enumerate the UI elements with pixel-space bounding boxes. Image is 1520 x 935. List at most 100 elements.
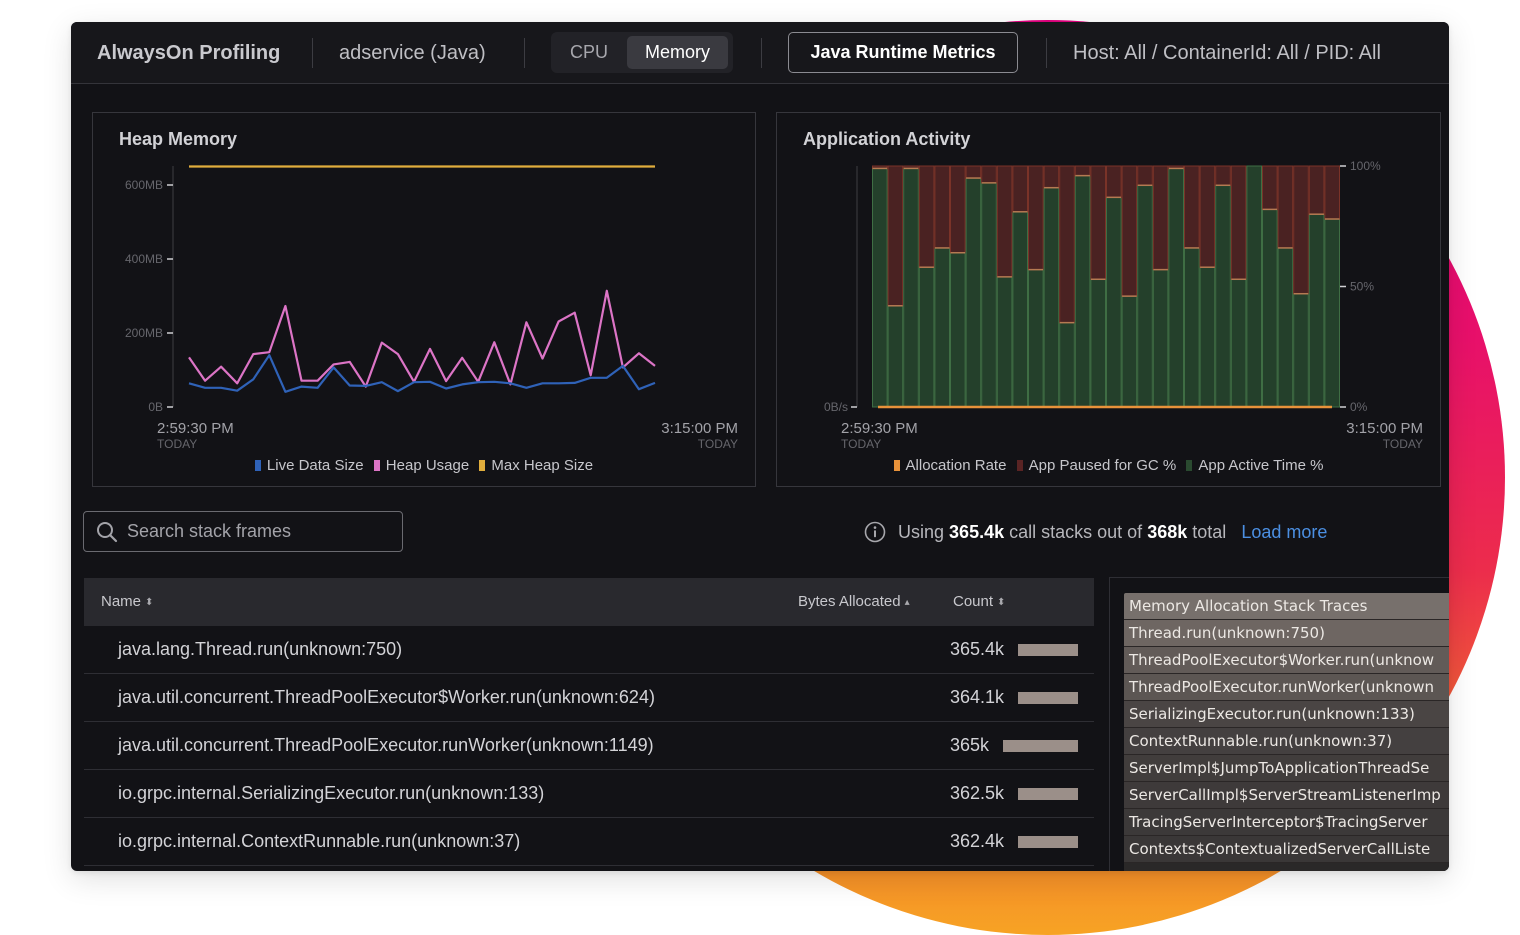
stack-trace-frame[interactable]: TracingServerInterceptor$TracingServer: [1124, 809, 1449, 836]
java-runtime-metrics-button[interactable]: Java Runtime Metrics: [788, 32, 1018, 73]
profile-type-toggle: CPU Memory: [551, 32, 733, 73]
gc-paused-bar: [1277, 165, 1294, 249]
legend-swatch: [1016, 460, 1023, 471]
gc-paused-bar: [1090, 165, 1106, 280]
x-end-day: TODAY: [697, 437, 738, 451]
search-icon: [97, 522, 118, 543]
stack-trace-frame[interactable]: SerializingExecutor.run(unknown:133): [1124, 701, 1449, 728]
stack-trace-frame[interactable]: Thread.run(unknown:750): [1124, 620, 1449, 647]
gc-paused-bar: [934, 165, 950, 249]
load-more-link[interactable]: Load more: [1241, 522, 1327, 542]
search-stack-frames-input[interactable]: [127, 512, 392, 551]
table-row[interactable]: java.util.concurrent.ThreadPoolExecutor$…: [84, 674, 1094, 722]
filter-breadcrumb[interactable]: Host: All / ContainerId: All / PID: All: [1073, 22, 1381, 84]
tab-memory[interactable]: Memory: [627, 36, 728, 69]
stack-trace-frame[interactable]: ContextRunnable.run(unknown:37): [1124, 728, 1449, 755]
active-time-bar: [903, 167, 919, 408]
active-time-bar: [1012, 211, 1028, 408]
gc-paused-bar: [1074, 165, 1091, 177]
stack-trace-frame[interactable]: ServerImpl$JumpToApplicationThreadSe: [1124, 755, 1449, 782]
column-count[interactable]: Count ⬍: [953, 578, 1005, 627]
legend-swatch: [479, 460, 486, 471]
call-stacks-info: Using 365.4k call stacks out of 368k tot…: [864, 519, 1327, 545]
x-axis-end-label: 3:15:00 PM TODAY: [661, 420, 738, 452]
x-end-day: TODAY: [1382, 437, 1423, 451]
legend-heap-usage[interactable]: Heap Usage: [373, 457, 470, 474]
live-data-size-line: [188, 354, 656, 393]
active-time-bar: [1277, 247, 1294, 408]
gc-paused-bar: [1152, 165, 1169, 271]
legend-label: Live Data Size: [266, 457, 364, 474]
gc-paused-bar: [1059, 165, 1075, 324]
legend-label: Heap Usage: [385, 457, 470, 474]
right-y-tick-label: 0%: [1350, 400, 1368, 414]
memory-allocation-stack-traces-panel: Memory Allocation Stack Traces Thread.run…: [1109, 577, 1449, 871]
active-time-bar: [1137, 184, 1153, 408]
service-name[interactable]: adservice (Java): [339, 22, 486, 84]
app-title: AlwaysOn Profiling: [97, 42, 281, 64]
active-time-bar: [1152, 269, 1169, 408]
active-time-bar: [1324, 218, 1341, 408]
stack-trace-frame[interactable]: Contexts$ContextualizedServerCallListe: [1124, 836, 1449, 863]
used-call-stacks: 365.4k: [949, 522, 1005, 542]
heap-legend: Live Data Size Heap Usage Max Heap Size: [93, 457, 755, 474]
x-start-day: TODAY: [841, 437, 882, 451]
legend-app-paused-gc[interactable]: App Paused for GC %: [1016, 457, 1177, 474]
active-time-bar: [1246, 165, 1262, 408]
legend-swatch: [893, 460, 900, 471]
gc-paused-bar: [1262, 165, 1278, 210]
x-end-time: 3:15:00 PM: [661, 420, 738, 437]
count-bar: [1018, 835, 1078, 848]
legend-allocation-rate[interactable]: Allocation Rate: [893, 457, 1006, 474]
total-call-stacks: 368k: [1147, 522, 1188, 542]
active-time-bar: [1059, 322, 1075, 408]
table-row[interactable]: java.lang.Thread.run(unknown:750) 365.4k: [84, 626, 1094, 674]
sort-both-icon: ⬍: [997, 597, 1006, 608]
table-row[interactable]: java.util.concurrent.ThreadPoolExecutor.…: [84, 722, 1094, 770]
count-cell: 362.4k: [950, 818, 1078, 865]
active-time-bar: [1106, 196, 1122, 408]
legend-label: App Paused for GC %: [1028, 457, 1177, 474]
frame-name: io.grpc.internal.SerializingExecutor.run…: [118, 783, 545, 803]
info-middle: call stacks out of: [1009, 522, 1143, 542]
legend-live-data-size[interactable]: Live Data Size: [254, 457, 364, 474]
gc-paused-bar: [1012, 165, 1028, 213]
tab-cpu[interactable]: CPU: [559, 36, 619, 69]
column-bytes-allocated[interactable]: Bytes Allocated ▴: [798, 578, 910, 627]
frame-name: io.grpc.internal.ContextRunnable.run(unk…: [118, 831, 521, 851]
stack-trace-root[interactable]: Memory Allocation Stack Traces: [1124, 593, 1449, 620]
info-prefix: Using: [898, 522, 945, 542]
gc-paused-bar: [1043, 165, 1060, 189]
gc-paused-bar: [965, 165, 982, 179]
count-value: 362.5k: [950, 783, 1005, 803]
count-bar: [1018, 691, 1078, 704]
gc-paused-bar: [1293, 165, 1309, 295]
gc-paused-bar: [950, 165, 966, 254]
gc-paused-bar: [887, 165, 904, 307]
table-row[interactable]: io.grpc.internal.SerializingExecutor.run…: [84, 770, 1094, 818]
stack-trace-frame[interactable]: ServerCallImpl$ServerStreamListenerImp: [1124, 782, 1449, 809]
active-time-bar: [1199, 266, 1216, 408]
legend-max-heap-size[interactable]: Max Heap Size: [479, 457, 593, 474]
application-activity-panel: Application Activity 0B/s 0% 50% 100% 2:59:…: [776, 112, 1441, 487]
active-time-bar: [1090, 278, 1106, 408]
count-value: 365.4k: [950, 639, 1005, 659]
stack-trace-frame[interactable]: ThreadPoolExecutor.runWorker(unknown: [1124, 674, 1449, 701]
heap-memory-panel: Heap Memory 0B 200MB 400MB 600MB 2:59:30 PM…: [92, 112, 756, 487]
active-time-bar: [1168, 167, 1184, 408]
column-label: Name: [101, 593, 142, 610]
active-time-bar: [1215, 184, 1231, 408]
legend-app-active-time[interactable]: App Active Time %: [1186, 457, 1323, 474]
table-row[interactable]: io.grpc.internal.ContextRunnable.run(unk…: [84, 818, 1094, 866]
frame-name: java.util.concurrent.ThreadPoolExecutor.…: [118, 735, 654, 755]
column-label: Count: [953, 593, 994, 610]
info-suffix: total: [1192, 522, 1227, 542]
sort-ascending-icon: ▴: [904, 597, 910, 608]
gc-paused-bar: [1106, 165, 1122, 198]
stack-trace-frame[interactable]: ThreadPoolExecutor$Worker.run(unknow: [1124, 647, 1449, 674]
gc-paused-bar: [918, 165, 935, 268]
count-bar: [1003, 739, 1078, 752]
column-name[interactable]: Name ⬍: [101, 578, 153, 627]
right-y-tick-label: 50%: [1350, 280, 1374, 294]
header-bar: AlwaysOn Profiling adservice (Java) CPU …: [71, 22, 1449, 84]
